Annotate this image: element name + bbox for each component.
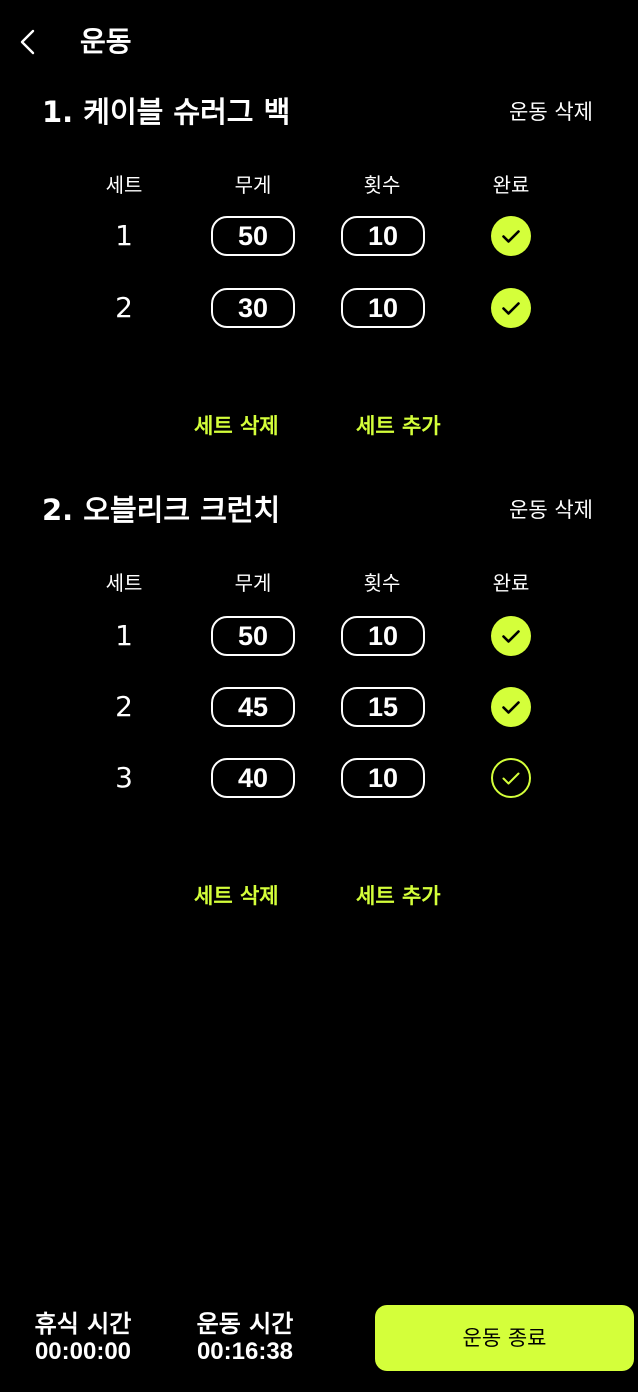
complete-checkbox[interactable] (490, 615, 532, 657)
check-filled-icon (491, 687, 531, 727)
column-header-done: 완료 (492, 173, 530, 197)
complete-checkbox[interactable] (490, 686, 532, 728)
set-number: 1 (115, 619, 133, 652)
check-filled-icon (491, 616, 531, 656)
reps-input[interactable]: 10 (341, 216, 425, 256)
column-header-weight: 무게 (234, 571, 272, 595)
set-row: 2 45 15 (0, 687, 638, 727)
add-set-button[interactable]: 세트 추가 (356, 882, 441, 910)
reps-input[interactable]: 10 (341, 288, 425, 328)
column-header-reps: 횟수 (363, 571, 401, 595)
complete-checkbox[interactable] (490, 287, 532, 329)
weight-input[interactable]: 50 (211, 216, 295, 256)
reps-input[interactable]: 10 (341, 616, 425, 656)
set-row: 1 50 10 (0, 616, 638, 656)
column-header-reps: 횟수 (363, 173, 401, 197)
workout-timer-label: 운동 시간 (196, 1310, 294, 1338)
workout-timer: 운동 시간 00:16:38 (197, 1310, 294, 1366)
exercise-title: 2. 오블리크 크런치 (42, 493, 281, 527)
chevron-left-icon (20, 29, 35, 55)
back-button[interactable] (14, 26, 42, 58)
exercise-title: 1. 케이블 슈러그 백 (42, 95, 291, 129)
check-filled-icon (491, 288, 531, 328)
weight-input[interactable]: 30 (211, 288, 295, 328)
delete-exercise-button[interactable]: 운동 삭제 (509, 496, 593, 524)
set-row: 3 40 10 (0, 758, 638, 798)
bottom-bar: 휴식 시간 00:00:00 운동 시간 00:16:38 운동 종료 (0, 1296, 638, 1392)
header: 운동 (0, 0, 638, 84)
column-header-done: 완료 (492, 571, 530, 595)
delete-set-button[interactable]: 세트 삭제 (194, 882, 279, 910)
set-number: 3 (115, 761, 133, 794)
delete-exercise-button[interactable]: 운동 삭제 (509, 98, 593, 126)
column-header-set: 세트 (105, 571, 143, 595)
reps-input[interactable]: 15 (341, 687, 425, 727)
set-number: 1 (115, 219, 133, 252)
set-number: 2 (115, 690, 133, 723)
reps-input[interactable]: 10 (341, 758, 425, 798)
end-workout-button[interactable]: 운동 종료 (375, 1305, 634, 1371)
rest-timer-label: 휴식 시간 (34, 1310, 132, 1338)
set-number: 2 (115, 291, 133, 324)
complete-checkbox[interactable] (490, 757, 532, 799)
check-outline-icon (491, 758, 531, 798)
workout-timer-value: 00:16:38 (196, 1338, 294, 1365)
delete-set-button[interactable]: 세트 삭제 (194, 412, 279, 440)
complete-checkbox[interactable] (490, 215, 532, 257)
rest-timer-value: 00:00:00 (34, 1338, 132, 1365)
weight-input[interactable]: 40 (211, 758, 295, 798)
add-set-button[interactable]: 세트 추가 (356, 412, 441, 440)
rest-timer: 휴식 시간 00:00:00 (35, 1310, 132, 1366)
weight-input[interactable]: 45 (211, 687, 295, 727)
check-filled-icon (491, 216, 531, 256)
set-row: 2 30 10 (0, 288, 638, 328)
weight-input[interactable]: 50 (211, 616, 295, 656)
column-header-weight: 무게 (234, 173, 272, 197)
set-row: 1 50 10 (0, 216, 638, 256)
page-title: 운동 (80, 25, 132, 58)
column-header-set: 세트 (105, 173, 143, 197)
